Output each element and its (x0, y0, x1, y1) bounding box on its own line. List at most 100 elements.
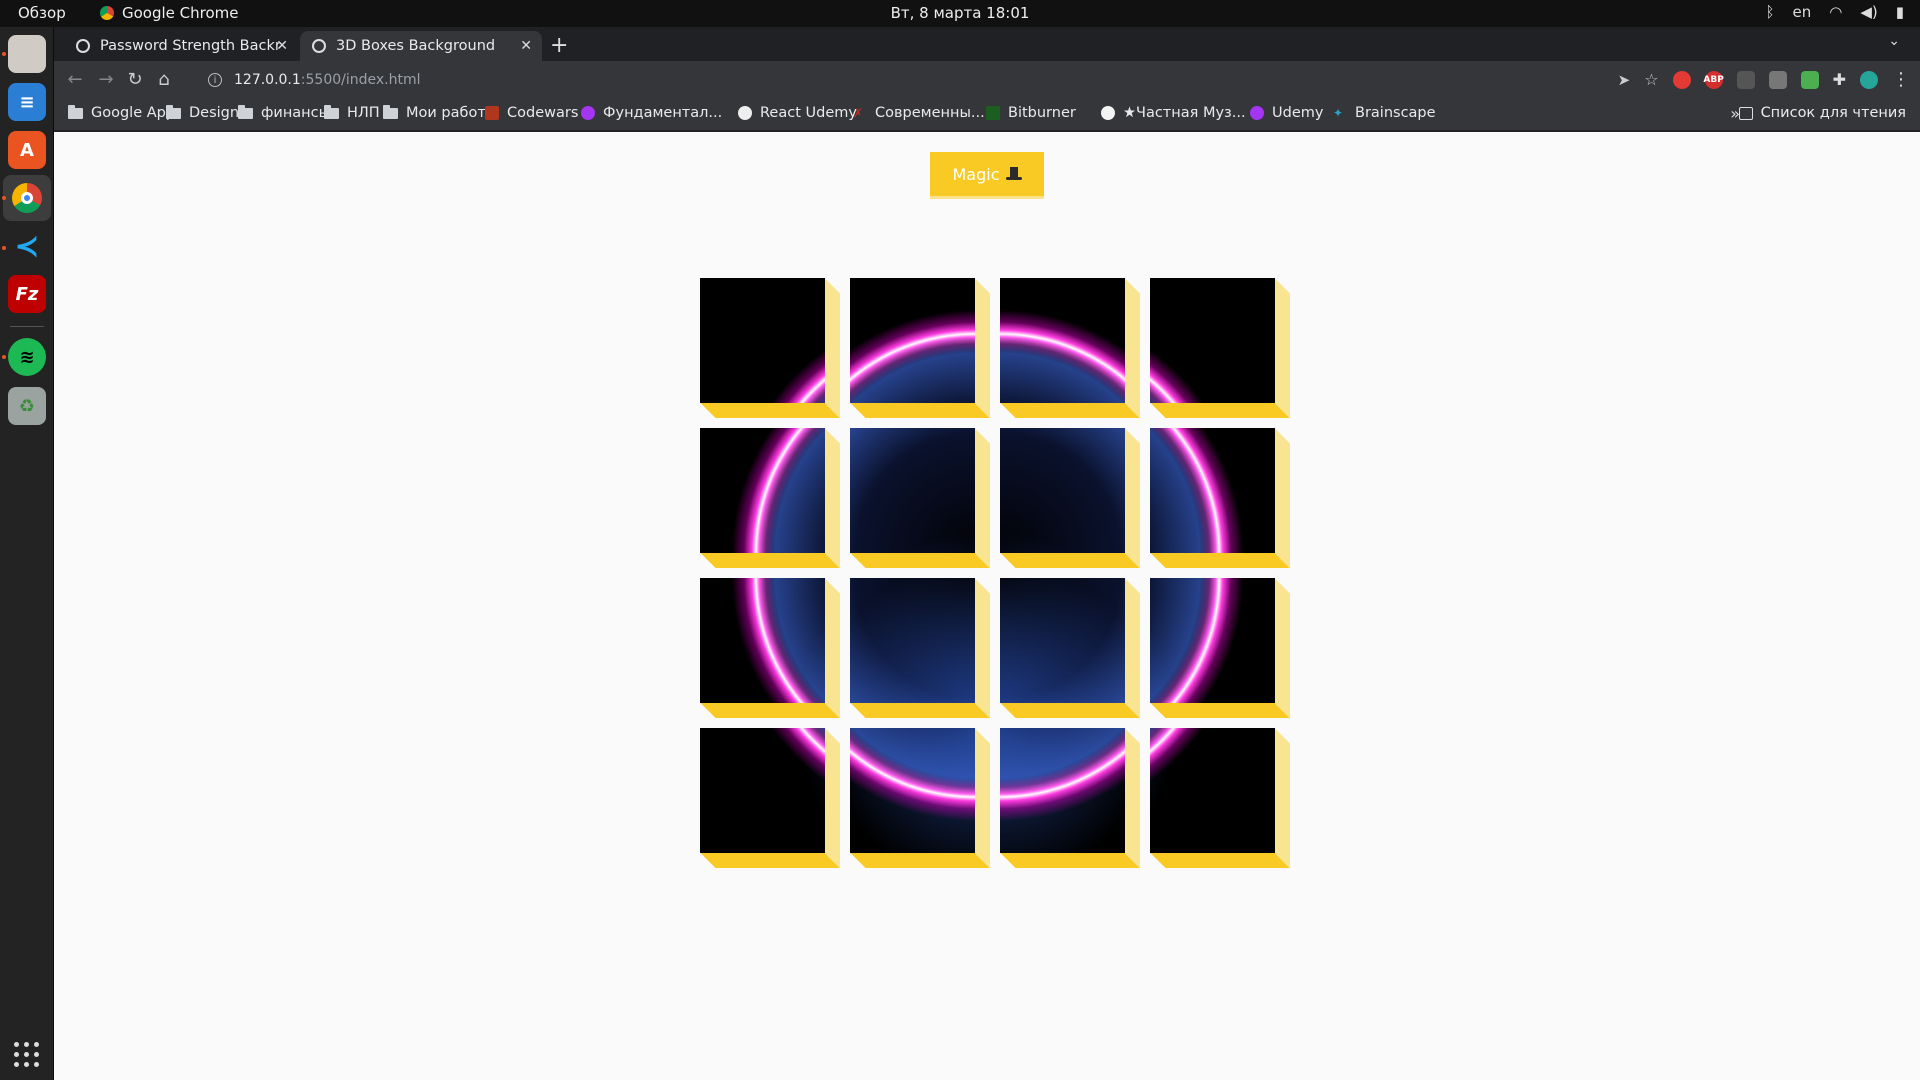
extension-abp-icon[interactable]: ABP (1703, 70, 1724, 89)
new-tab-icon[interactable]: + (550, 33, 568, 58)
bookmark-folder[interactable]: Мои работы (383, 104, 498, 121)
music-school-icon (1101, 106, 1115, 120)
libreoffice-writer-icon[interactable]: ≡ (8, 83, 46, 121)
folder-icon (383, 104, 398, 119)
url-host: 127.0.0.1 (234, 72, 301, 88)
bookmark-bitburner[interactable]: Bitburner (986, 105, 1076, 121)
bookmark-brainscape[interactable]: ✦ Brainscape (1333, 105, 1436, 121)
reading-list-label: Список для чтения (1760, 105, 1906, 121)
bookmark-udemy[interactable]: Udemy (1250, 105, 1323, 121)
bookmark-label: Brainscape (1355, 105, 1436, 121)
box-tile (700, 278, 825, 403)
address-bar[interactable]: i 127.0.0.1:5500/index.html (194, 65, 1634, 95)
bookmark-label: Мои работы (406, 105, 498, 121)
home-icon[interactable]: ⌂ (153, 69, 175, 90)
bookmark-label: Google App (91, 105, 176, 121)
dock: ≡ A ≺ Fz ≋ ♻ (0, 27, 54, 1080)
filezilla-icon[interactable]: Fz (8, 275, 46, 313)
running-indicator (2, 246, 6, 250)
site-info-icon[interactable]: i (208, 73, 222, 87)
tab-password-strength[interactable]: Password Strength Backr ✕ (64, 31, 298, 61)
language-indicator[interactable]: en (1793, 3, 1812, 21)
udemy-icon (1250, 106, 1264, 120)
bookmark-folder[interactable]: Google App (68, 104, 176, 121)
system-top-bar: Обзор Google Chrome Вт, 8 марта 18:01 ᛒ … (0, 0, 1920, 27)
extension-icon[interactable] (1768, 70, 1787, 89)
tab-search-icon[interactable]: ⌄ (1888, 33, 1900, 49)
running-indicator (2, 196, 6, 200)
bluetooth-icon[interactable]: ᛒ (1765, 3, 1774, 21)
page-viewport: Magic (54, 132, 1920, 1080)
bookmarks-bar: Google App Design финансы НЛП Мои работы… (54, 99, 1920, 131)
box-tile (1000, 728, 1125, 853)
bookmark-label: Современны... (875, 105, 985, 121)
bookmark-music[interactable]: ★Частная Муз... (1101, 105, 1246, 121)
magic-button[interactable]: Magic (930, 152, 1044, 196)
bookmark-udemy-course[interactable]: Фундаментал... (581, 105, 722, 121)
trash-icon[interactable]: ♻ (8, 387, 46, 425)
send-icon[interactable]: ➤ (1618, 71, 1631, 89)
folder-icon (324, 104, 339, 119)
running-indicator (2, 355, 6, 359)
battery-icon[interactable]: ▮ (1896, 3, 1904, 21)
clock[interactable]: Вт, 8 марта 18:01 (0, 4, 1920, 22)
reading-list-button[interactable]: Список для чтения (1738, 105, 1906, 121)
globe-icon (76, 39, 90, 53)
back-icon[interactable]: ← (64, 69, 86, 90)
box-tile (1000, 278, 1125, 403)
box-tile (1150, 728, 1275, 853)
bitburner-icon (986, 106, 1000, 120)
globe-icon (738, 106, 752, 120)
bookmark-folder[interactable]: финансы (238, 104, 331, 121)
reload-icon[interactable]: ↻ (124, 69, 146, 90)
box-tile (1000, 428, 1125, 553)
vscode-icon[interactable]: ≺ (8, 227, 46, 265)
box-tile (1150, 578, 1275, 703)
volume-icon[interactable]: ◀) (1860, 3, 1877, 21)
bookmark-modern[interactable]: ✗ Современны... (853, 105, 985, 121)
system-tray[interactable]: ᛒ en ◠ ◀) ▮ (1765, 3, 1904, 21)
toolbar: ← → ↻ ⌂ i 127.0.0.1:5500/index.html ➤ ☆ … (54, 61, 1920, 99)
extension-icon[interactable] (1736, 70, 1755, 89)
extension-adblock-icon[interactable] (1672, 70, 1691, 89)
bookmark-label: финансы (261, 105, 331, 121)
bookmark-label: Design (189, 105, 240, 121)
magic-button-label: Magic (952, 164, 1000, 184)
bookmark-label: Фундаментал... (603, 105, 723, 121)
bookmark-folder[interactable]: Design (166, 104, 240, 121)
box-tile (850, 278, 975, 403)
bookmark-react-udemy[interactable]: React Udemy (738, 105, 857, 121)
reading-list-icon (1738, 106, 1753, 120)
box-tile (850, 728, 975, 853)
spotify-icon[interactable]: ≋ (8, 338, 46, 376)
chrome-icon (12, 183, 42, 213)
box-tile (700, 428, 825, 553)
software-center-icon[interactable]: A (8, 131, 46, 169)
bookmark-star-icon[interactable]: ☆ (1644, 70, 1658, 89)
wifi-icon[interactable]: ◠ (1829, 3, 1842, 21)
tab-strip: Password Strength Backr ✕ 3D Boxes Backg… (54, 27, 1920, 61)
close-tab-icon[interactable]: ✕ (276, 38, 288, 54)
extensions-puzzle-icon[interactable]: ✚ (1833, 70, 1846, 89)
udemy-icon (581, 106, 595, 120)
bookmark-codewars[interactable]: Codewars (485, 105, 578, 121)
boxes-grid (700, 278, 1300, 878)
profile-avatar[interactable] (1860, 70, 1878, 89)
bookmark-label: React Udemy (760, 105, 857, 121)
forward-icon[interactable]: → (95, 69, 117, 90)
close-tab-icon[interactable]: ✕ (520, 38, 532, 54)
box-tile (700, 728, 825, 853)
box-tile (850, 428, 975, 553)
browser-window: Password Strength Backr ✕ 3D Boxes Backg… (54, 27, 1920, 1080)
tab-title: 3D Boxes Background (336, 38, 496, 54)
extension-icon[interactable] (1800, 70, 1819, 89)
chrome-dock-item[interactable] (3, 175, 51, 221)
show-applications-icon[interactable] (14, 1042, 40, 1068)
files-icon[interactable] (8, 35, 46, 73)
box-tile (850, 578, 975, 703)
tab-3d-boxes[interactable]: 3D Boxes Background ✕ (300, 31, 542, 61)
folder-icon (166, 104, 181, 119)
menu-kebab-icon[interactable]: ⋮ (1892, 69, 1910, 90)
bookmark-folder[interactable]: НЛП (324, 104, 380, 121)
box-tile (1000, 578, 1125, 703)
